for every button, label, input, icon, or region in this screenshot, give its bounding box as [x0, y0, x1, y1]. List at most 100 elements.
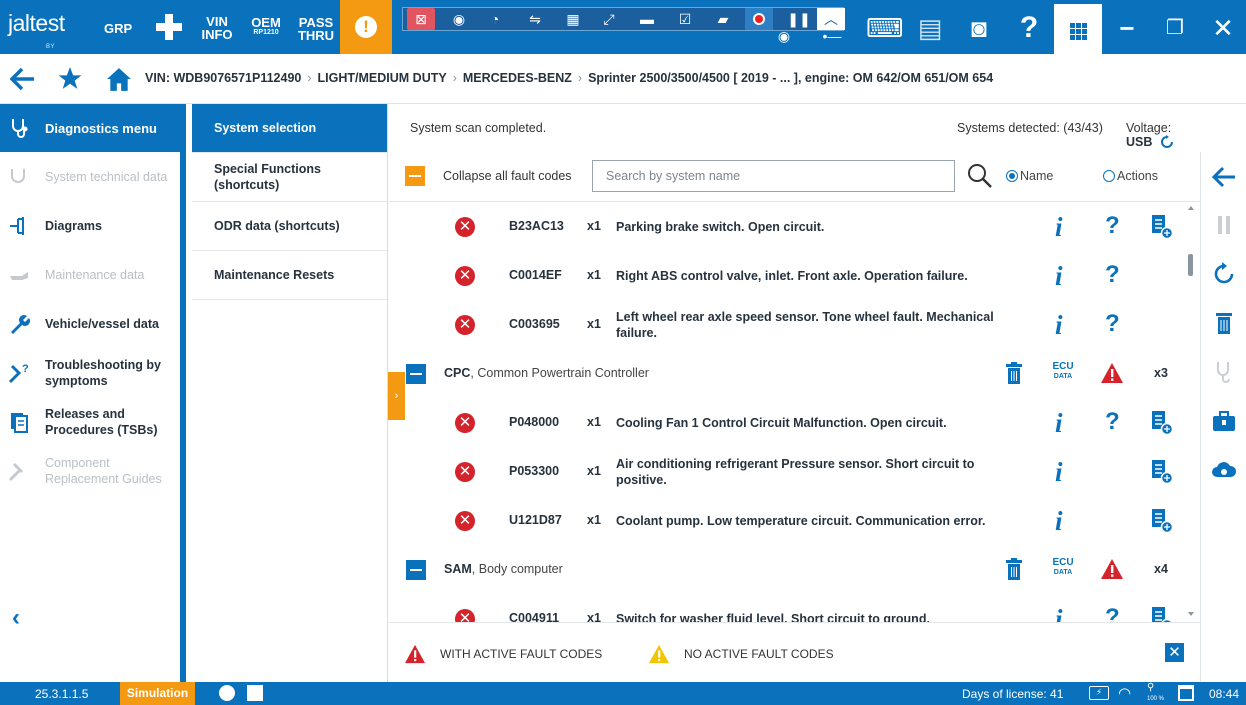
- support-icon[interactable]: [219, 685, 235, 701]
- search-input[interactable]: [592, 160, 955, 192]
- info-icon[interactable]: i: [1055, 457, 1063, 488]
- ecu-data-label: DATA: [1053, 373, 1073, 380]
- pass-thru-button[interactable]: PASS THRU: [297, 16, 335, 42]
- info-icon[interactable]: i: [1055, 604, 1063, 622]
- network-icon[interactable]: ▦: [559, 8, 587, 30]
- note-icon[interactable]: ▰: [709, 8, 737, 30]
- radio-actions[interactable]: Actions: [1103, 169, 1158, 183]
- keyboard-icon[interactable]: ⌨: [866, 11, 904, 45]
- collapse-sidebar-icon[interactable]: ‹: [12, 604, 20, 632]
- vin-info-button[interactable]: VIN INFO: [199, 15, 235, 41]
- fault-row[interactable]: ✕ C0014EF x1 Right ABS control valve, in…: [389, 251, 1200, 300]
- documents-icon[interactable]: [1151, 214, 1173, 240]
- fault-row[interactable]: ✕ C004911 x1 Switch for washer fluid lev…: [389, 594, 1200, 622]
- zoom-indicator[interactable]: ⚲ 100 %: [1147, 683, 1164, 704]
- simulation-badge: Simulation: [120, 682, 195, 705]
- plus-icon[interactable]: [154, 12, 184, 42]
- error-icon: ✕: [455, 413, 475, 433]
- documents-icon[interactable]: [1151, 508, 1173, 534]
- minimize-icon[interactable]: −: [1110, 11, 1144, 45]
- subnav-item-odr-data[interactable]: ODR data (shortcuts): [192, 202, 387, 251]
- cloud-settings-icon[interactable]: [1211, 457, 1237, 483]
- info-icon[interactable]: i: [1055, 506, 1063, 537]
- fault-row[interactable]: ✕ B23AC13 x1 Parking brake switch. Open …: [389, 202, 1200, 251]
- stop-share-icon[interactable]: ⊠: [407, 8, 435, 30]
- collapse-all-checkbox[interactable]: [405, 166, 425, 186]
- help-icon[interactable]: ?: [1105, 212, 1120, 240]
- breadcrumb-model[interactable]: Sprinter 2500/3500/4500 [ 2019 - ... ], …: [588, 71, 993, 85]
- radio-name[interactable]: Name: [1006, 169, 1053, 183]
- help-icon[interactable]: ?: [1105, 408, 1120, 436]
- breadcrumb-separator: ›: [452, 71, 457, 85]
- group-collapse-checkbox[interactable]: [406, 560, 426, 580]
- trash-icon[interactable]: [1006, 558, 1022, 580]
- calendar-icon[interactable]: [1178, 685, 1194, 701]
- system-group-row[interactable]: SAM, Body computer ECU DATA x4: [389, 545, 1200, 594]
- chat-icon[interactable]: ▬: [633, 8, 661, 30]
- info-icon[interactable]: i: [1055, 212, 1063, 243]
- info-icon[interactable]: i: [1055, 310, 1063, 341]
- subnav-item-special-functions[interactable]: Special Functions (shortcuts): [192, 153, 387, 202]
- help-icon[interactable]: ?: [1105, 261, 1120, 289]
- refresh-icon[interactable]: [1211, 261, 1237, 287]
- documents-icon[interactable]: [1151, 410, 1173, 436]
- user-icon[interactable]: [247, 685, 263, 701]
- sidebar-item-diagrams[interactable]: Diagrams: [0, 201, 180, 250]
- group-collapse-checkbox[interactable]: [406, 364, 426, 384]
- list-icon[interactable]: •—: [818, 26, 846, 46]
- help-icon[interactable]: ?: [1105, 604, 1120, 622]
- back-arrow-icon[interactable]: [10, 67, 36, 91]
- transfer-icon[interactable]: ⇋: [521, 8, 549, 30]
- camera-icon[interactable]: ◙: [962, 11, 996, 45]
- breadcrumb-vin[interactable]: VIN: WDB9076571P112490: [145, 71, 301, 85]
- group-title: , Common Powertrain Controller: [470, 366, 649, 380]
- close-legend-button[interactable]: ✕: [1165, 643, 1184, 662]
- grp-button[interactable]: GRP: [104, 22, 132, 35]
- subnav-item-maintenance-resets[interactable]: Maintenance Resets: [192, 251, 387, 300]
- eye-icon[interactable]: ◉: [445, 8, 473, 30]
- ecu-data-icon[interactable]: ECU DATA: [1050, 558, 1076, 577]
- refresh-icon[interactable]: [1160, 135, 1174, 149]
- record-icon[interactable]: [745, 8, 773, 30]
- expand-panel-handle[interactable]: ›: [388, 372, 405, 420]
- trash-icon[interactable]: [1211, 310, 1237, 336]
- documents-icon[interactable]: [1151, 459, 1173, 485]
- voltage-label: Voltage:: [1126, 121, 1172, 135]
- home-icon[interactable]: [106, 66, 132, 92]
- pointer-icon[interactable]: ◔: [481, 8, 509, 30]
- fullscreen-icon[interactable]: ⤢: [595, 8, 623, 30]
- help-icon[interactable]: ?: [1105, 310, 1120, 338]
- breadcrumb-category[interactable]: LIGHT/MEDIUM DUTY: [318, 71, 447, 85]
- fault-row[interactable]: ✕ P053300 x1 Air conditioning refrigeran…: [389, 447, 1200, 496]
- sidebar-item-releases-procedures[interactable]: Releases and Procedures (TSBs): [0, 397, 180, 446]
- system-group-row[interactable]: CPC, Common Powertrain Controller ECU DAT…: [389, 349, 1200, 398]
- fault-row[interactable]: ✕ C003695 x1 Left wheel rear axle speed …: [389, 300, 1200, 349]
- info-icon[interactable]: i: [1055, 408, 1063, 439]
- restore-icon[interactable]: ❐: [1158, 11, 1192, 45]
- help-icon[interactable]: ?: [1012, 11, 1046, 45]
- search-icon[interactable]: [967, 163, 993, 189]
- fault-list-scrollbar[interactable]: [1182, 202, 1200, 622]
- ecu-data-icon[interactable]: ECU DATA: [1050, 362, 1076, 381]
- sidebar-item-troubleshooting[interactable]: ? Troubleshooting by symptoms: [0, 348, 180, 397]
- trash-icon[interactable]: [1006, 362, 1022, 384]
- close-icon[interactable]: ✕: [1206, 11, 1240, 45]
- info-icon[interactable]: i: [1055, 261, 1063, 292]
- warning-button[interactable]: !: [340, 0, 392, 54]
- toolbox-icon[interactable]: [1211, 408, 1237, 434]
- checklist-icon[interactable]: ☑: [671, 8, 699, 30]
- fault-row[interactable]: ✕ U121D87 x1 Coolant pump. Low temperatu…: [389, 496, 1200, 545]
- breadcrumb-brand[interactable]: MERCEDES-BENZ: [463, 71, 572, 85]
- back-arrow-icon[interactable]: [1211, 164, 1237, 190]
- documents-icon[interactable]: [1151, 606, 1173, 622]
- view-icon[interactable]: ◉: [771, 26, 797, 46]
- sidebar-item-vehicle-vessel-data[interactable]: Vehicle/vessel data: [0, 299, 180, 348]
- collapse-all-label[interactable]: Collapse all fault codes: [443, 169, 572, 183]
- favorite-star-icon[interactable]: [57, 66, 83, 91]
- apps-grid-icon[interactable]: [1054, 4, 1102, 54]
- sidebar-header[interactable]: Diagnostics menu: [0, 104, 180, 152]
- oem-button[interactable]: OEM RP1210: [247, 16, 285, 37]
- fault-row[interactable]: ✕ P048000 x1 Cooling Fan 1 Control Circu…: [389, 398, 1200, 447]
- printer-icon[interactable]: ▤: [913, 11, 947, 45]
- subnav-item-system-selection[interactable]: System selection: [192, 104, 387, 153]
